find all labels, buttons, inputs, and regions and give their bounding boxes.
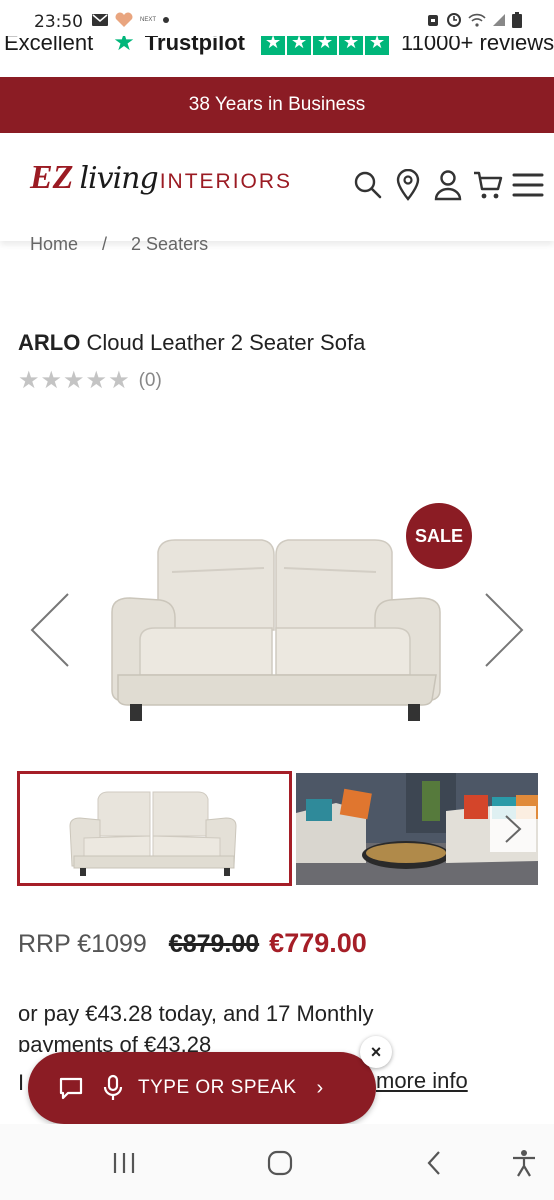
finance-line-1: or pay €43.28 today, and 17 Monthly bbox=[18, 1001, 374, 1026]
sale-badge: SALE bbox=[406, 503, 472, 569]
thumbnail-sofa-image bbox=[69, 791, 237, 876]
home-icon bbox=[267, 1150, 293, 1176]
cart-icon bbox=[474, 171, 503, 199]
more-info-link[interactable]: more info bbox=[376, 1068, 468, 1094]
status-left-icons: NEXT bbox=[92, 12, 170, 28]
recent-apps-icon bbox=[113, 1153, 135, 1173]
price-old: €879.00 bbox=[168, 930, 260, 958]
chat-arrow-icon: › bbox=[316, 1076, 324, 1099]
back-button[interactable] bbox=[414, 1146, 454, 1180]
menu-button[interactable] bbox=[508, 165, 548, 205]
star-icon: ★ bbox=[85, 367, 109, 394]
account-icon bbox=[434, 170, 462, 201]
trustpilot-star-icon: ★ bbox=[261, 36, 286, 55]
logo-ez: EZ bbox=[30, 159, 74, 196]
accessibility-icon bbox=[513, 1150, 535, 1177]
android-nav-bar bbox=[0, 1124, 554, 1200]
rating-stars: ★ ★ ★ ★ ★ bbox=[18, 366, 131, 395]
product-name: Cloud Leather 2 Seater Sofa bbox=[86, 330, 366, 355]
star-icon: ★ bbox=[63, 367, 86, 394]
clock-icon bbox=[447, 13, 461, 27]
next-badge-icon: NEXT bbox=[140, 17, 157, 23]
chat-label: TYPE OR SPEAK bbox=[138, 1077, 297, 1098]
battery-icon bbox=[512, 12, 522, 28]
product-rating[interactable]: ★ ★ ★ ★ ★ (0) bbox=[18, 366, 162, 395]
breadcrumb-home[interactable]: Home bbox=[30, 234, 78, 255]
finance-line-2: payments of €43.28 bbox=[18, 1034, 212, 1052]
chat-bubble-icon bbox=[59, 1077, 83, 1100]
trustpilot-brand: Trustpilot bbox=[144, 36, 246, 55]
promo-banner: 38 Years in Business bbox=[0, 77, 554, 133]
thumbnail-next-button[interactable] bbox=[490, 806, 536, 852]
heart-app-icon bbox=[115, 12, 133, 27]
search-icon bbox=[354, 171, 382, 199]
star-icon: ★ bbox=[108, 367, 131, 394]
rating-count: (0) bbox=[138, 369, 162, 391]
price-new: €779.00 bbox=[269, 928, 367, 958]
search-button[interactable] bbox=[348, 165, 388, 205]
trustpilot-star-icon: ★ bbox=[113, 36, 135, 56]
trustpilot-logo: ★ Trustpilot bbox=[113, 36, 245, 57]
trustpilot-review-count: 11000+ reviews bbox=[401, 36, 554, 55]
star-icon: ★ bbox=[40, 367, 64, 394]
trustpilot-star-icon: ★ bbox=[365, 36, 390, 55]
price-row: RRP €1099 €879.00 €779.00 bbox=[18, 928, 367, 959]
finance-line-3: I bbox=[18, 1070, 25, 1095]
breadcrumb-category[interactable]: 2 Seaters bbox=[131, 234, 208, 255]
menu-icon bbox=[512, 173, 544, 197]
status-bar: 23:50 NEXT bbox=[0, 0, 554, 36]
store-locator-button[interactable] bbox=[388, 165, 428, 205]
logo-living: living bbox=[79, 161, 158, 196]
wifi-icon bbox=[468, 13, 486, 27]
product-brand: ARLO bbox=[18, 330, 81, 355]
site-header: EZ living INTERIORS bbox=[0, 133, 554, 241]
thumbnail-1-selected[interactable] bbox=[17, 771, 292, 886]
microphone-icon bbox=[103, 1074, 123, 1100]
chat-close-button[interactable]: × bbox=[360, 1036, 392, 1068]
logo-interiors: INTERIORS bbox=[159, 170, 293, 193]
header-icons bbox=[348, 165, 548, 205]
site-logo[interactable]: EZ living INTERIORS bbox=[30, 159, 292, 197]
cart-button[interactable] bbox=[468, 165, 508, 205]
star-icon: ★ bbox=[18, 367, 41, 394]
mail-icon bbox=[92, 14, 108, 26]
next-image-arrow-icon[interactable] bbox=[482, 590, 526, 670]
trustpilot-rating-word: Excellent bbox=[4, 36, 94, 55]
account-button[interactable] bbox=[428, 165, 468, 205]
alarm-icon bbox=[428, 15, 438, 26]
type-or-speak-button[interactable]: TYPE OR SPEAK › bbox=[28, 1052, 376, 1124]
trustpilot-stars: ★ ★ ★ ★ ★ bbox=[261, 36, 391, 55]
breadcrumb: Home / 2 Seaters bbox=[30, 234, 232, 255]
location-icon bbox=[396, 169, 420, 201]
status-time: 23:50 bbox=[34, 12, 83, 32]
trustpilot-star-icon: ★ bbox=[339, 36, 364, 55]
back-icon bbox=[427, 1151, 440, 1175]
chevron-right-icon bbox=[505, 815, 522, 843]
product-title: ARLO Cloud Leather 2 Seater Sofa bbox=[18, 330, 365, 356]
breadcrumb-separator: / bbox=[102, 234, 108, 254]
trustpilot-strip[interactable]: Excellent ★ Trustpilot ★ ★ ★ ★ ★ 11000+ … bbox=[0, 36, 554, 58]
signal-icon bbox=[493, 14, 505, 26]
dot-icon bbox=[163, 17, 170, 23]
recent-apps-button[interactable] bbox=[104, 1146, 144, 1180]
trustpilot-star-icon: ★ bbox=[287, 36, 312, 55]
status-right-icons bbox=[426, 12, 522, 28]
banner-text: 38 Years in Business bbox=[188, 94, 366, 115]
accessibility-button[interactable] bbox=[504, 1146, 544, 1180]
prev-image-arrow-icon[interactable] bbox=[28, 590, 72, 670]
price-rrp: RRP €1099 bbox=[18, 930, 147, 958]
home-button[interactable] bbox=[260, 1146, 300, 1180]
trustpilot-star-icon: ★ bbox=[313, 36, 338, 55]
